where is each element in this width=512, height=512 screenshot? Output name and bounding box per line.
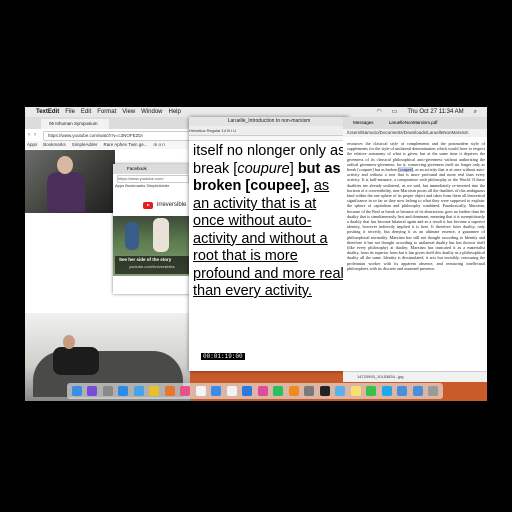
- notes-icon[interactable]: [350, 386, 361, 396]
- desktop: TextEdit File Edit Format View Window He…: [25, 107, 487, 401]
- downloads-bar: 14720993_10153834...jpg: [343, 371, 487, 382]
- figure-left: [125, 222, 139, 250]
- menu-file[interactable]: File: [65, 107, 75, 117]
- textedit-window: Laruelle_Introduction to non-marxism Hel…: [189, 117, 349, 371]
- facebook-bookmarks: Apps Bookmarks SimpleAdder: [115, 183, 170, 188]
- speaker-figure: [47, 172, 85, 212]
- back-icon[interactable]: ‹: [28, 132, 30, 138]
- itunes-icon[interactable]: [257, 386, 268, 396]
- system-prefs-icon[interactable]: [304, 386, 315, 396]
- editor-ruler[interactable]: [189, 136, 349, 141]
- terminal-icon[interactable]: [319, 386, 330, 396]
- textedit-icon[interactable]: [226, 386, 237, 396]
- browser-tab[interactable]: 06 Inhuman Symposium: [41, 119, 109, 129]
- text-bold-end: ],: [300, 178, 314, 194]
- siri-icon[interactable]: [87, 386, 98, 396]
- timecode-label: 00:01:19:00: [201, 353, 245, 360]
- editor-title: Laruelle_Introduction to non-marxism: [189, 117, 349, 126]
- vlc-icon[interactable]: [288, 386, 299, 396]
- menu-edit[interactable]: Edit: [81, 107, 91, 117]
- text-coupure: coupure: [237, 160, 290, 177]
- video-title[interactable]: irreversible: [157, 202, 186, 208]
- address-bar[interactable]: https://www.youtube.com/watch?v=c3NOFEZD…: [43, 131, 190, 141]
- launchpad-icon[interactable]: [102, 386, 113, 396]
- menu-app-name[interactable]: TextEdit: [36, 107, 59, 117]
- facebook-window: Facebook https://www.youtube.com/ Apps B…: [113, 164, 191, 294]
- caption-line-1: See her side of the story: [119, 257, 172, 262]
- caption-line-2: youtube.com/irreversibles: [129, 264, 175, 269]
- app-store-icon[interactable]: [242, 386, 253, 396]
- download-item[interactable]: 14720993_10153834...jpg: [357, 374, 404, 379]
- calendar-icon[interactable]: [195, 386, 206, 396]
- finder-icon[interactable]: [71, 386, 82, 396]
- facebook-address-bar[interactable]: https://www.youtube.com/: [117, 175, 189, 183]
- bookmarks-bar: Apps Bookmarks SimpleAdder Rare Aphex Tw…: [25, 141, 190, 149]
- seated-figure-head: [63, 335, 75, 349]
- mail-icon[interactable]: [133, 386, 144, 396]
- folder2-icon[interactable]: [412, 386, 423, 396]
- video-caption: See her side of the story youtube.com/ir…: [115, 256, 189, 274]
- editor-text-area[interactable]: itself no nlonger only as break [coupure…: [193, 143, 349, 301]
- browser-tab-label: 06 Inhuman Symposium: [49, 121, 98, 126]
- menu-view[interactable]: View: [122, 107, 135, 117]
- bookmark-bookmarks[interactable]: Bookmarks: [43, 141, 66, 149]
- chrome-icon[interactable]: [149, 386, 160, 396]
- bookmark-aphex[interactable]: Rare Aphex Twin ge...: [104, 141, 148, 149]
- browser-tabstrip: 06 Inhuman Symposium: [25, 117, 190, 129]
- trash-icon[interactable]: [428, 386, 439, 396]
- search-icon[interactable]: ⌕: [474, 107, 477, 117]
- bookmark-monn[interactable]: m o n: [154, 141, 165, 149]
- battery-icon[interactable]: ▭: [392, 107, 398, 117]
- speaker-head: [57, 156, 73, 174]
- skype-icon[interactable]: [381, 386, 392, 396]
- text-underlined: as an activity that is at once without a…: [193, 178, 344, 299]
- finder2-icon[interactable]: [211, 386, 222, 396]
- youtube-logo-icon[interactable]: [143, 202, 153, 209]
- video-player-left[interactable]: [25, 150, 115, 213]
- figure-right: [153, 218, 169, 252]
- bookmark-simpleadder[interactable]: SimpleAdder: [72, 141, 98, 149]
- wifi-icon[interactable]: ◠: [376, 107, 381, 117]
- clock[interactable]: Thu Oct 27 11:34 AM: [407, 107, 463, 117]
- facebook-tab[interactable]: Facebook: [113, 166, 147, 171]
- messages-icon[interactable]: [366, 386, 377, 396]
- pdf-tab-document[interactable]: LaruelleNonMarxism.pdf: [375, 120, 438, 125]
- pdf-tabstrip: Messages LaruelleNonMarxism.pdf: [343, 117, 487, 129]
- firefox-icon[interactable]: [164, 386, 175, 396]
- youtube-video[interactable]: See her side of the story youtube.com/ir…: [113, 216, 191, 276]
- forward-icon[interactable]: ›: [34, 132, 36, 138]
- menu-help[interactable]: Help: [169, 107, 181, 117]
- menu-window[interactable]: Window: [141, 107, 162, 117]
- pdf-page-text: resources the classical style of complem…: [347, 141, 485, 271]
- spotify-icon[interactable]: [273, 386, 284, 396]
- menu-bar: TextEdit File Edit Format View Window He…: [25, 107, 487, 117]
- seated-figure: [53, 347, 99, 375]
- photos-icon[interactable]: [180, 386, 191, 396]
- dock: [67, 383, 443, 399]
- editor-toolbar[interactable]: Helvetica Regular 14 B I U: [189, 126, 349, 136]
- menu-format[interactable]: Format: [97, 107, 116, 117]
- pdf-text-after: , as an activity that is at once without…: [347, 167, 486, 271]
- pdf-window: Messages LaruelleNonMarxism.pdf /Users/t…: [343, 117, 487, 371]
- bookmark-apps[interactable]: Apps: [27, 141, 37, 149]
- text-bracket: ]: [289, 160, 294, 177]
- preview-icon[interactable]: [335, 386, 346, 396]
- facebook-tabstrip: Facebook: [113, 164, 191, 174]
- pdf-address-bar[interactable]: /Users/tkamurio/Documents/Downloads/Laru…: [343, 129, 487, 137]
- safari-icon[interactable]: [118, 386, 129, 396]
- folder-icon[interactable]: [397, 386, 408, 396]
- pdf-tab-messages[interactable]: Messages: [343, 120, 374, 125]
